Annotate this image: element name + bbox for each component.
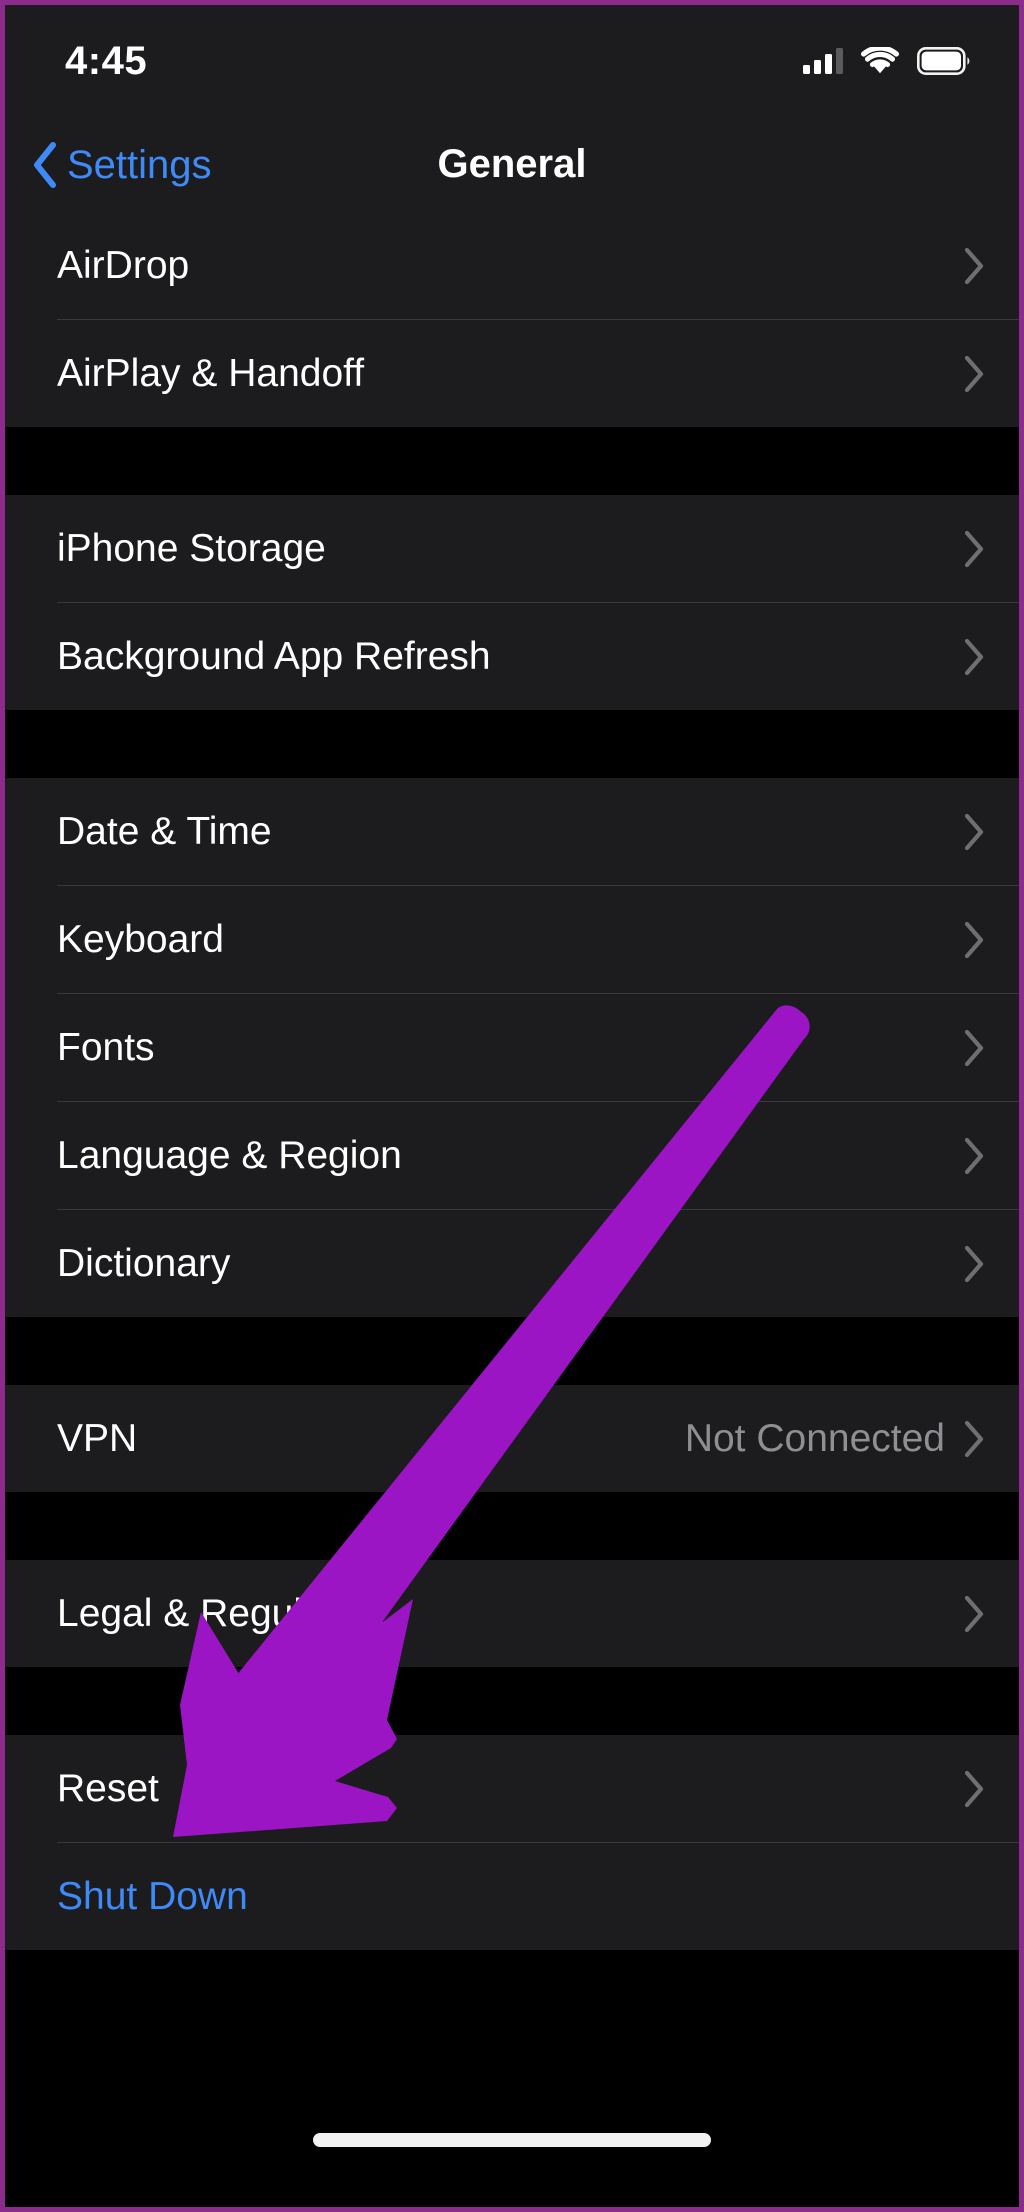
chevron-right-icon <box>963 1029 985 1067</box>
chevron-right-icon <box>963 1595 985 1633</box>
settings-row-keyboard[interactable]: Keyboard <box>5 886 1019 993</box>
settings-row-iphone-storage[interactable]: iPhone Storage <box>5 495 1019 602</box>
status-bar: 4:45 <box>5 5 1019 117</box>
group-gap <box>5 710 1019 778</box>
localization-group: Date & Time Keyboard Fonts Language & Regio… <box>5 778 1019 1317</box>
legal-group: Legal & Regulatory <box>5 1560 1019 1667</box>
group-gap <box>5 1317 1019 1385</box>
settings-row-accessory: Not Connected <box>685 1419 985 1458</box>
back-button[interactable]: Settings <box>5 141 212 189</box>
chevron-right-icon <box>963 1137 985 1175</box>
settings-row-legal-and-regulatory[interactable]: Legal & Regulatory <box>5 1560 1019 1667</box>
chevron-right-icon <box>963 921 985 959</box>
settings-row-accessory <box>963 813 985 851</box>
settings-row-label: Language & Region <box>57 1134 402 1177</box>
group-gap <box>5 1667 1019 1735</box>
reset-group: Reset Shut Down <box>5 1735 1019 1950</box>
settings-row-label: iPhone Storage <box>57 527 326 570</box>
wifi-icon <box>861 47 899 75</box>
settings-row-date-and-time[interactable]: Date & Time <box>5 778 1019 885</box>
group-gap <box>5 427 1019 495</box>
chevron-right-icon <box>963 530 985 568</box>
settings-row-fonts[interactable]: Fonts <box>5 994 1019 1101</box>
back-button-label: Settings <box>67 142 212 187</box>
settings-row-label: Date & Time <box>57 810 272 853</box>
settings-row-label: Legal & Regulatory <box>57 1592 389 1635</box>
navigation-bar: Settings General <box>5 117 1019 212</box>
settings-row-shut-down[interactable]: Shut Down <box>5 1843 1019 1950</box>
chevron-right-icon <box>963 1770 985 1808</box>
settings-row-label: VPN <box>57 1417 138 1460</box>
settings-row-accessory <box>963 638 985 676</box>
settings-row-airplay-and-handoff[interactable]: AirPlay & Handoff <box>5 320 1019 427</box>
settings-list: AirDrop AirPlay & Handoff iPhone Storage Ba… <box>5 212 1019 1950</box>
settings-row-label: AirPlay & Handoff <box>57 352 365 395</box>
settings-row-label: Keyboard <box>57 918 224 961</box>
settings-row-label: Fonts <box>57 1026 155 1069</box>
settings-row-label: Dictionary <box>57 1242 231 1285</box>
settings-row-accessory <box>963 1137 985 1175</box>
status-bar-icons <box>803 47 971 75</box>
settings-row-accessory <box>963 530 985 568</box>
chevron-right-icon <box>963 1420 985 1458</box>
settings-row-label: AirDrop <box>57 244 190 287</box>
sharing-group: AirDrop AirPlay & Handoff <box>5 212 1019 427</box>
cellular-signal-icon <box>803 48 843 74</box>
status-bar-time: 4:45 <box>65 39 148 83</box>
settings-row-accessory <box>963 921 985 959</box>
iphone-screen: 4:45 Settings General AirDrop AirPlay & … <box>0 0 1024 2212</box>
settings-row-vpn[interactable]: VPN Not Connected <box>5 1385 1019 1492</box>
battery-full-icon <box>917 47 971 75</box>
settings-row-value: Not Connected <box>684 1417 945 1460</box>
chevron-right-icon <box>963 247 985 285</box>
settings-row-accessory <box>963 1029 985 1067</box>
settings-row-accessory <box>963 1770 985 1808</box>
settings-row-label: Shut Down <box>57 1875 248 1918</box>
vpn-group: VPN Not Connected <box>5 1385 1019 1492</box>
settings-row-label: Reset <box>57 1767 159 1810</box>
settings-row-language-and-region[interactable]: Language & Region <box>5 1102 1019 1209</box>
settings-row-accessory <box>963 247 985 285</box>
chevron-right-icon <box>963 1245 985 1283</box>
chevron-right-icon <box>963 638 985 676</box>
settings-row-airdrop[interactable]: AirDrop <box>5 212 1019 319</box>
chevron-left-icon <box>31 141 59 189</box>
settings-row-reset[interactable]: Reset <box>5 1735 1019 1842</box>
settings-row-accessory <box>963 1245 985 1283</box>
storage-group: iPhone Storage Background App Refresh <box>5 495 1019 710</box>
settings-row-accessory <box>963 355 985 393</box>
chevron-right-icon <box>963 813 985 851</box>
home-indicator-area <box>5 2087 1019 2207</box>
chevron-right-icon <box>963 355 985 393</box>
home-indicator[interactable] <box>313 2133 711 2147</box>
group-gap <box>5 1492 1019 1560</box>
settings-row-label: Background App Refresh <box>57 635 491 678</box>
settings-row-accessory <box>963 1595 985 1633</box>
settings-row-background-app-refresh[interactable]: Background App Refresh <box>5 603 1019 710</box>
settings-row-dictionary[interactable]: Dictionary <box>5 1210 1019 1317</box>
